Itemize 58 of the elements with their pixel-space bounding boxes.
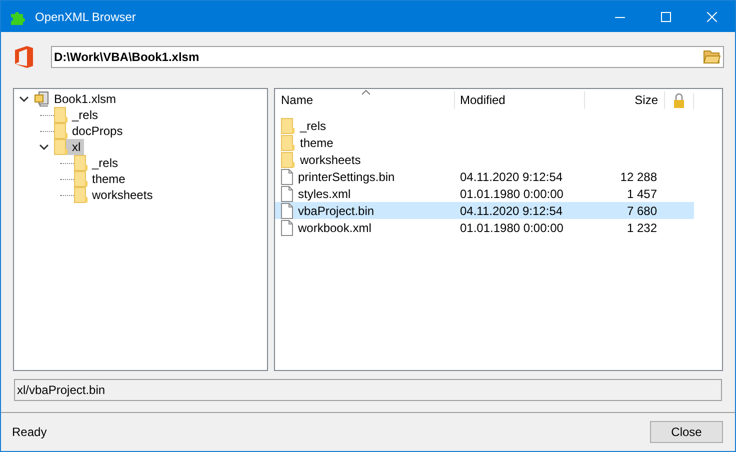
column-header[interactable]: Modified bbox=[455, 91, 585, 109]
folder-icon bbox=[74, 171, 88, 187]
file-size: 12 288 bbox=[620, 170, 657, 184]
tree-item[interactable]: Book1.xlsm bbox=[34, 91, 120, 107]
file-row[interactable]: _rels bbox=[275, 117, 694, 134]
document-icon bbox=[281, 202, 293, 218]
file-name: theme bbox=[300, 134, 334, 152]
modified-date: 04.11.2020 9:12:54 bbox=[460, 170, 563, 184]
selected-path-field: xl/vbaProject.bin bbox=[14, 379, 722, 401]
close-icon bbox=[707, 12, 717, 22]
tree-item[interactable]: _rels bbox=[74, 155, 122, 171]
modified-date: 04.11.2020 9:12:54 bbox=[460, 204, 563, 218]
padlock-icon bbox=[673, 93, 685, 109]
chevron-down-icon[interactable] bbox=[19, 95, 29, 103]
status-text: Ready bbox=[12, 424, 47, 441]
file-size: 1 232 bbox=[626, 220, 657, 234]
file-row[interactable]: worksheets bbox=[275, 151, 694, 168]
folder-icon bbox=[74, 187, 88, 203]
folder-icon bbox=[281, 118, 295, 134]
column-header[interactable]: Size bbox=[585, 91, 665, 109]
maximize-icon bbox=[661, 12, 671, 22]
folder-icon bbox=[54, 139, 68, 155]
file-name: printerSettings.bin bbox=[298, 168, 395, 186]
dialog-button[interactable]: Close bbox=[650, 421, 723, 443]
open-folder-icon[interactable] bbox=[703, 50, 721, 64]
file-row[interactable]: styles.xml 01.01.1980 0:00:00 1 457 bbox=[275, 185, 694, 202]
path-field[interactable]: D:\Work\VBA\Book1.xlsm bbox=[51, 46, 724, 68]
folder-icon bbox=[74, 155, 88, 171]
folder-icon bbox=[281, 152, 295, 168]
tree-item[interactable]: theme bbox=[74, 171, 128, 187]
tree-item[interactable]: docProps bbox=[54, 123, 126, 139]
file-size: 7 680 bbox=[626, 204, 657, 218]
modified-date: 01.01.1980 0:00:00 bbox=[460, 220, 564, 234]
file-row[interactable]: vbaProject.bin 04.11.2020 9:12:54 7 680 bbox=[275, 202, 694, 219]
document-icon bbox=[281, 186, 293, 202]
office-logo-icon bbox=[14, 45, 34, 69]
file-size: 1 457 bbox=[626, 186, 657, 200]
folder-icon bbox=[281, 134, 295, 150]
tree-item[interactable]: _rels bbox=[54, 107, 102, 123]
package-icon bbox=[34, 91, 50, 107]
file-row[interactable]: printerSettings.bin 04.11.2020 9:12:54 12 288 bbox=[275, 168, 694, 185]
file-row[interactable]: workbook.xml 01.01.1980 0:00:00 1 232 bbox=[275, 219, 694, 236]
tree-item[interactable]: worksheets bbox=[74, 187, 156, 203]
file-name: workbook.xml bbox=[298, 220, 372, 236]
file-name: styles.xml bbox=[298, 186, 351, 202]
document-icon bbox=[281, 220, 293, 236]
file-name: vbaProject.bin bbox=[298, 202, 374, 220]
modified-date: 01.01.1980 0:00:00 bbox=[460, 186, 564, 200]
tree-item[interactable]: xl bbox=[54, 139, 84, 155]
file-name: _rels bbox=[300, 118, 326, 134]
file-name: worksheets bbox=[300, 152, 361, 168]
column-header[interactable]: Name bbox=[275, 91, 455, 109]
window-title: OpenXML Browser bbox=[35, 8, 136, 26]
folder-icon bbox=[54, 123, 68, 139]
file-row[interactable]: theme bbox=[275, 134, 694, 151]
folder-icon bbox=[54, 107, 68, 123]
chevron-down-icon[interactable] bbox=[39, 143, 49, 151]
document-icon bbox=[281, 168, 293, 184]
